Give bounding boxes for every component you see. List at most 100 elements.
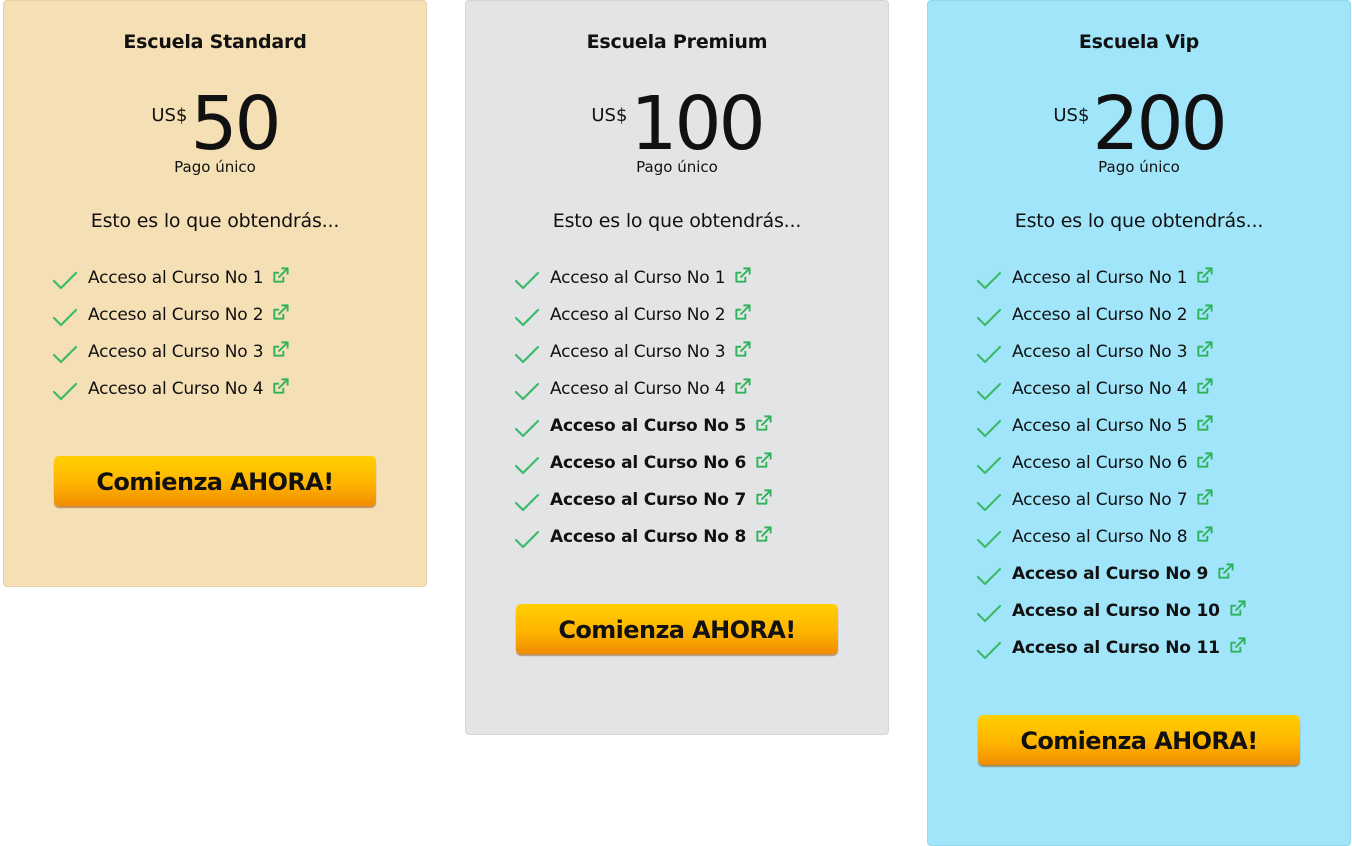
check-icon bbox=[52, 344, 78, 364]
external-link-icon[interactable] bbox=[733, 303, 752, 322]
feature-item: Acceso al Curso No 9 bbox=[976, 555, 1330, 592]
feature-label: Acceso al Curso No 8 bbox=[1012, 526, 1188, 547]
external-link-icon[interactable] bbox=[271, 266, 290, 285]
check-icon bbox=[514, 455, 540, 475]
check-icon bbox=[976, 381, 1002, 401]
feature-item: Acceso al Curso No 5 bbox=[514, 407, 868, 444]
start-now-button[interactable]: Comienza AHORA! bbox=[978, 715, 1300, 765]
feature-label: Acceso al Curso No 2 bbox=[1012, 304, 1188, 325]
feature-item: Acceso al Curso No 1 bbox=[976, 259, 1330, 296]
price-amount: 50 bbox=[190, 81, 281, 167]
check-icon bbox=[514, 492, 540, 512]
feature-label: Acceso al Curso No 5 bbox=[550, 415, 747, 436]
check-icon bbox=[976, 344, 1002, 364]
price-amount: 100 bbox=[630, 81, 765, 167]
feature-label: Acceso al Curso No 6 bbox=[550, 452, 747, 473]
feature-item: Acceso al Curso No 1 bbox=[52, 259, 406, 296]
external-link-icon[interactable] bbox=[1195, 340, 1214, 359]
feature-label: Acceso al Curso No 8 bbox=[550, 526, 747, 547]
check-icon bbox=[514, 529, 540, 549]
feature-label: Acceso al Curso No 6 bbox=[1012, 452, 1188, 473]
feature-item: Acceso al Curso No 2 bbox=[976, 296, 1330, 333]
feature-item: Acceso al Curso No 2 bbox=[514, 296, 868, 333]
feature-list: Acceso al Curso No 1 Acceso al Curso No 2… bbox=[514, 259, 868, 555]
feature-item: Acceso al Curso No 8 bbox=[976, 518, 1330, 555]
feature-item: Acceso al Curso No 3 bbox=[976, 333, 1330, 370]
start-now-button[interactable]: Comienza AHORA! bbox=[54, 456, 376, 506]
feature-item: Acceso al Curso No 2 bbox=[52, 296, 406, 333]
feature-item: Acceso al Curso No 4 bbox=[52, 370, 406, 407]
feature-label: Acceso al Curso No 10 bbox=[1012, 600, 1220, 621]
feature-list: Acceso al Curso No 1 Acceso al Curso No 2… bbox=[976, 259, 1330, 666]
price-currency: US$ bbox=[591, 105, 628, 126]
external-link-icon[interactable] bbox=[1195, 525, 1214, 544]
price-currency: US$ bbox=[151, 105, 188, 126]
payment-note: Pago único bbox=[1098, 158, 1180, 176]
check-icon bbox=[514, 270, 540, 290]
feature-item: Acceso al Curso No 8 bbox=[514, 518, 868, 555]
feature-label: Acceso al Curso No 4 bbox=[550, 378, 726, 399]
feature-item: Acceso al Curso No 7 bbox=[514, 481, 868, 518]
check-icon bbox=[52, 270, 78, 290]
feature-item: Acceso al Curso No 3 bbox=[514, 333, 868, 370]
price-amount: 200 bbox=[1092, 81, 1227, 167]
features-intro: Esto es lo que obtendrás... bbox=[552, 210, 802, 232]
feature-item: Acceso al Curso No 3 bbox=[52, 333, 406, 370]
external-link-icon[interactable] bbox=[754, 525, 773, 544]
check-icon bbox=[514, 418, 540, 438]
feature-item: Acceso al Curso No 4 bbox=[976, 370, 1330, 407]
external-link-icon[interactable] bbox=[733, 266, 752, 285]
check-icon bbox=[976, 307, 1002, 327]
feature-item: Acceso al Curso No 6 bbox=[976, 444, 1330, 481]
feature-label: Acceso al Curso No 1 bbox=[88, 267, 264, 288]
external-link-icon[interactable] bbox=[754, 414, 773, 433]
check-icon bbox=[976, 603, 1002, 623]
feature-label: Acceso al Curso No 2 bbox=[550, 304, 726, 325]
feature-item: Acceso al Curso No 10 bbox=[976, 592, 1330, 629]
feature-item: Acceso al Curso No 6 bbox=[514, 444, 868, 481]
feature-label: Acceso al Curso No 11 bbox=[1012, 637, 1220, 658]
check-icon bbox=[52, 307, 78, 327]
check-icon bbox=[976, 418, 1002, 438]
feature-label: Acceso al Curso No 1 bbox=[550, 267, 726, 288]
check-icon bbox=[976, 640, 1002, 660]
price: US$ 200 bbox=[928, 85, 1350, 163]
feature-label: Acceso al Curso No 3 bbox=[88, 341, 264, 362]
feature-label: Acceso al Curso No 3 bbox=[1012, 341, 1188, 362]
external-link-icon[interactable] bbox=[1195, 451, 1214, 470]
external-link-icon[interactable] bbox=[1195, 303, 1214, 322]
external-link-icon[interactable] bbox=[1228, 636, 1247, 655]
feature-item: Acceso al Curso No 1 bbox=[514, 259, 868, 296]
check-icon bbox=[976, 566, 1002, 586]
feature-list: Acceso al Curso No 1 Acceso al Curso No 2… bbox=[52, 259, 406, 407]
external-link-icon[interactable] bbox=[733, 377, 752, 396]
check-icon bbox=[514, 344, 540, 364]
external-link-icon[interactable] bbox=[271, 377, 290, 396]
price: US$ 100 bbox=[466, 85, 888, 163]
feature-label: Acceso al Curso No 7 bbox=[1012, 489, 1188, 510]
external-link-icon[interactable] bbox=[1195, 488, 1214, 507]
features-intro: Esto es lo que obtendrás... bbox=[90, 210, 340, 232]
pricing-card-standard: Escuela Standard US$ 50 Pago único Esto … bbox=[3, 0, 427, 587]
price: US$ 50 bbox=[4, 85, 426, 163]
external-link-icon[interactable] bbox=[271, 303, 290, 322]
plan-title: Escuela Premium bbox=[586, 31, 768, 53]
feature-label: Acceso al Curso No 4 bbox=[1012, 378, 1188, 399]
check-icon bbox=[976, 270, 1002, 290]
external-link-icon[interactable] bbox=[1195, 414, 1214, 433]
features-intro: Esto es lo que obtendrás... bbox=[1014, 210, 1264, 232]
external-link-icon[interactable] bbox=[1195, 377, 1214, 396]
feature-label: Acceso al Curso No 3 bbox=[550, 341, 726, 362]
start-now-button[interactable]: Comienza AHORA! bbox=[516, 604, 838, 654]
pricing-card-vip: Escuela Vip US$ 200 Pago único Esto es l… bbox=[927, 0, 1351, 846]
external-link-icon[interactable] bbox=[1216, 562, 1235, 581]
external-link-icon[interactable] bbox=[754, 488, 773, 507]
check-icon bbox=[514, 307, 540, 327]
feature-label: Acceso al Curso No 1 bbox=[1012, 267, 1188, 288]
external-link-icon[interactable] bbox=[754, 451, 773, 470]
external-link-icon[interactable] bbox=[1195, 266, 1214, 285]
external-link-icon[interactable] bbox=[1228, 599, 1247, 618]
price-currency: US$ bbox=[1053, 105, 1090, 126]
external-link-icon[interactable] bbox=[271, 340, 290, 359]
external-link-icon[interactable] bbox=[733, 340, 752, 359]
